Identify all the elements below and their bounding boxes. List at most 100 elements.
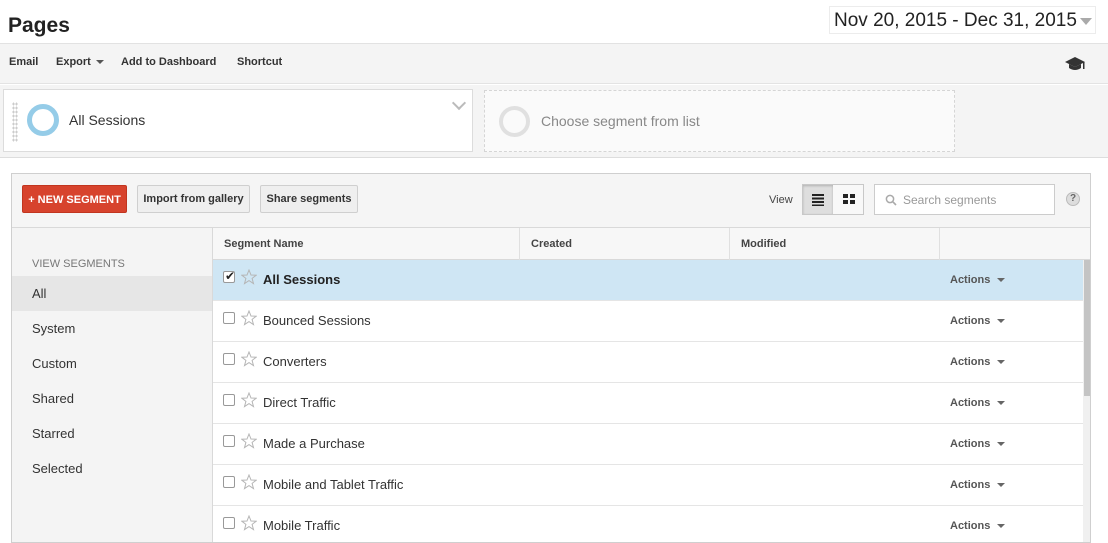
table-row[interactable]: Direct Traffic Actions <box>213 383 1083 424</box>
row-checkbox[interactable] <box>223 394 235 406</box>
search-segments-box <box>874 184 1055 215</box>
choose-segment-label: Choose segment from list <box>541 113 700 129</box>
star-icon[interactable] <box>241 515 257 531</box>
nav-heading: VIEW SEGMENTS <box>32 258 125 270</box>
caret-down-icon <box>997 319 1006 324</box>
actions-menu-button[interactable]: Actions <box>950 479 1006 491</box>
nav-item-shared[interactable]: Shared <box>12 381 212 416</box>
segment-name[interactable]: Direct Traffic <box>263 395 336 410</box>
star-icon[interactable] <box>241 474 257 490</box>
caret-down-icon <box>997 401 1006 406</box>
row-checkbox[interactable] <box>223 517 235 529</box>
share-segments-button[interactable]: Share segments <box>260 185 358 213</box>
report-toolbar: Email Export Add to Dashboard Shortcut <box>0 44 1108 84</box>
date-range-text: Nov 20, 2015 - Dec 31, 2015 <box>834 10 1077 31</box>
segment-name[interactable]: Made a Purchase <box>263 436 365 451</box>
row-checkbox[interactable] <box>223 435 235 447</box>
graduation-cap-icon[interactable] <box>1064 55 1086 73</box>
table-scrollbar[interactable] <box>1083 260 1090 542</box>
nav-item-starred[interactable]: Starred <box>12 416 212 451</box>
scrollbar-thumb[interactable] <box>1084 260 1090 396</box>
view-segments-nav: VIEW SEGMENTS All System Custom Shared S… <box>12 228 213 542</box>
table-row[interactable]: Bounced Sessions Actions <box>213 301 1083 342</box>
caret-down-icon <box>95 60 104 65</box>
segment-card-all-sessions[interactable]: All Sessions <box>3 89 473 152</box>
actions-label: Actions <box>950 520 991 532</box>
segments-table: Segment Name Created Modified ✔ All Sessi… <box>213 228 1090 542</box>
page-title: Pages <box>8 14 70 37</box>
email-button[interactable]: Email <box>9 56 38 68</box>
table-row[interactable]: Mobile Traffic Actions <box>213 506 1083 542</box>
caret-down-icon <box>997 360 1006 365</box>
row-checkbox[interactable]: ✔ <box>223 269 236 283</box>
nav-item-custom[interactable]: Custom <box>12 346 212 381</box>
table-row[interactable]: ✔ All Sessions Actions <box>213 260 1083 301</box>
segment-name[interactable]: Converters <box>263 354 327 369</box>
row-checkbox[interactable] <box>223 476 235 488</box>
star-icon[interactable] <box>241 269 257 285</box>
list-view-button[interactable] <box>803 185 833 214</box>
date-range-picker[interactable]: Nov 20, 2015 - Dec 31, 2015 <box>829 6 1096 34</box>
search-icon <box>885 194 897 206</box>
checkmark-icon: ✔ <box>225 269 236 283</box>
list-view-icon <box>812 194 824 206</box>
panel-toolbar: + NEW SEGMENT Import from gallery Share … <box>12 174 1090 228</box>
actions-label: Actions <box>950 397 991 409</box>
actions-menu-button[interactable]: Actions <box>950 315 1006 327</box>
table-row[interactable]: Converters Actions <box>213 342 1083 383</box>
actions-label: Actions <box>950 274 991 286</box>
nav-item-system[interactable]: System <box>12 311 212 346</box>
chevron-down-icon[interactable] <box>451 95 467 111</box>
actions-label: Actions <box>950 479 991 491</box>
caret-down-icon <box>997 278 1006 283</box>
actions-menu-button[interactable]: Actions <box>950 520 1006 532</box>
column-header-segment-name[interactable]: Segment Name <box>213 228 520 260</box>
star-icon[interactable] <box>241 310 257 326</box>
segment-name[interactable]: Bounced Sessions <box>263 313 371 328</box>
view-label: View <box>769 194 793 206</box>
table-header: Segment Name Created Modified <box>213 228 1090 260</box>
actions-label: Actions <box>950 438 991 450</box>
nav-item-all[interactable]: All <box>12 276 212 311</box>
grid-view-button[interactable] <box>834 185 864 214</box>
drag-handle-icon[interactable] <box>12 102 18 142</box>
caret-down-icon <box>997 483 1006 488</box>
segment-bar: All Sessions Choose segment from list <box>0 85 1108 158</box>
actions-menu-button[interactable]: Actions <box>950 274 1006 286</box>
caret-down-icon <box>997 524 1006 529</box>
actions-menu-button[interactable]: Actions <box>950 438 1006 450</box>
search-segments-input[interactable] <box>903 191 1051 209</box>
shortcut-button[interactable]: Shortcut <box>237 56 282 68</box>
new-segment-button[interactable]: + NEW SEGMENT <box>22 185 127 213</box>
segment-name[interactable]: Mobile and Tablet Traffic <box>263 477 403 492</box>
export-label: Export <box>56 56 91 68</box>
column-header-modified[interactable]: Modified <box>730 228 940 260</box>
chevron-down-icon <box>1080 18 1092 25</box>
row-checkbox[interactable] <box>223 312 235 324</box>
actions-label: Actions <box>950 315 991 327</box>
help-icon[interactable]: ? <box>1066 192 1080 206</box>
actions-label: Actions <box>950 356 991 368</box>
caret-down-icon <box>997 442 1006 447</box>
segment-picker-panel: + NEW SEGMENT Import from gallery Share … <box>11 173 1091 543</box>
segment-ring-icon <box>27 104 59 136</box>
segment-name[interactable]: All Sessions <box>263 272 340 287</box>
actions-menu-button[interactable]: Actions <box>950 397 1006 409</box>
row-checkbox[interactable] <box>223 353 235 365</box>
nav-item-selected[interactable]: Selected <box>12 451 212 486</box>
column-header-created[interactable]: Created <box>520 228 730 260</box>
star-icon[interactable] <box>241 392 257 408</box>
table-row[interactable]: Made a Purchase Actions <box>213 424 1083 465</box>
actions-menu-button[interactable]: Actions <box>950 356 1006 368</box>
export-button[interactable]: Export <box>56 56 104 68</box>
import-from-gallery-button[interactable]: Import from gallery <box>137 185 250 213</box>
page-header: Pages Nov 20, 2015 - Dec 31, 2015 <box>0 0 1108 44</box>
star-icon[interactable] <box>241 433 257 449</box>
view-toggle <box>802 184 864 215</box>
add-to-dashboard-button[interactable]: Add to Dashboard <box>121 56 216 68</box>
segment-label: All Sessions <box>69 112 146 128</box>
segment-name[interactable]: Mobile Traffic <box>263 518 340 533</box>
choose-segment-slot[interactable]: Choose segment from list <box>484 90 955 152</box>
star-icon[interactable] <box>241 351 257 367</box>
table-row[interactable]: Mobile and Tablet Traffic Actions <box>213 465 1083 506</box>
